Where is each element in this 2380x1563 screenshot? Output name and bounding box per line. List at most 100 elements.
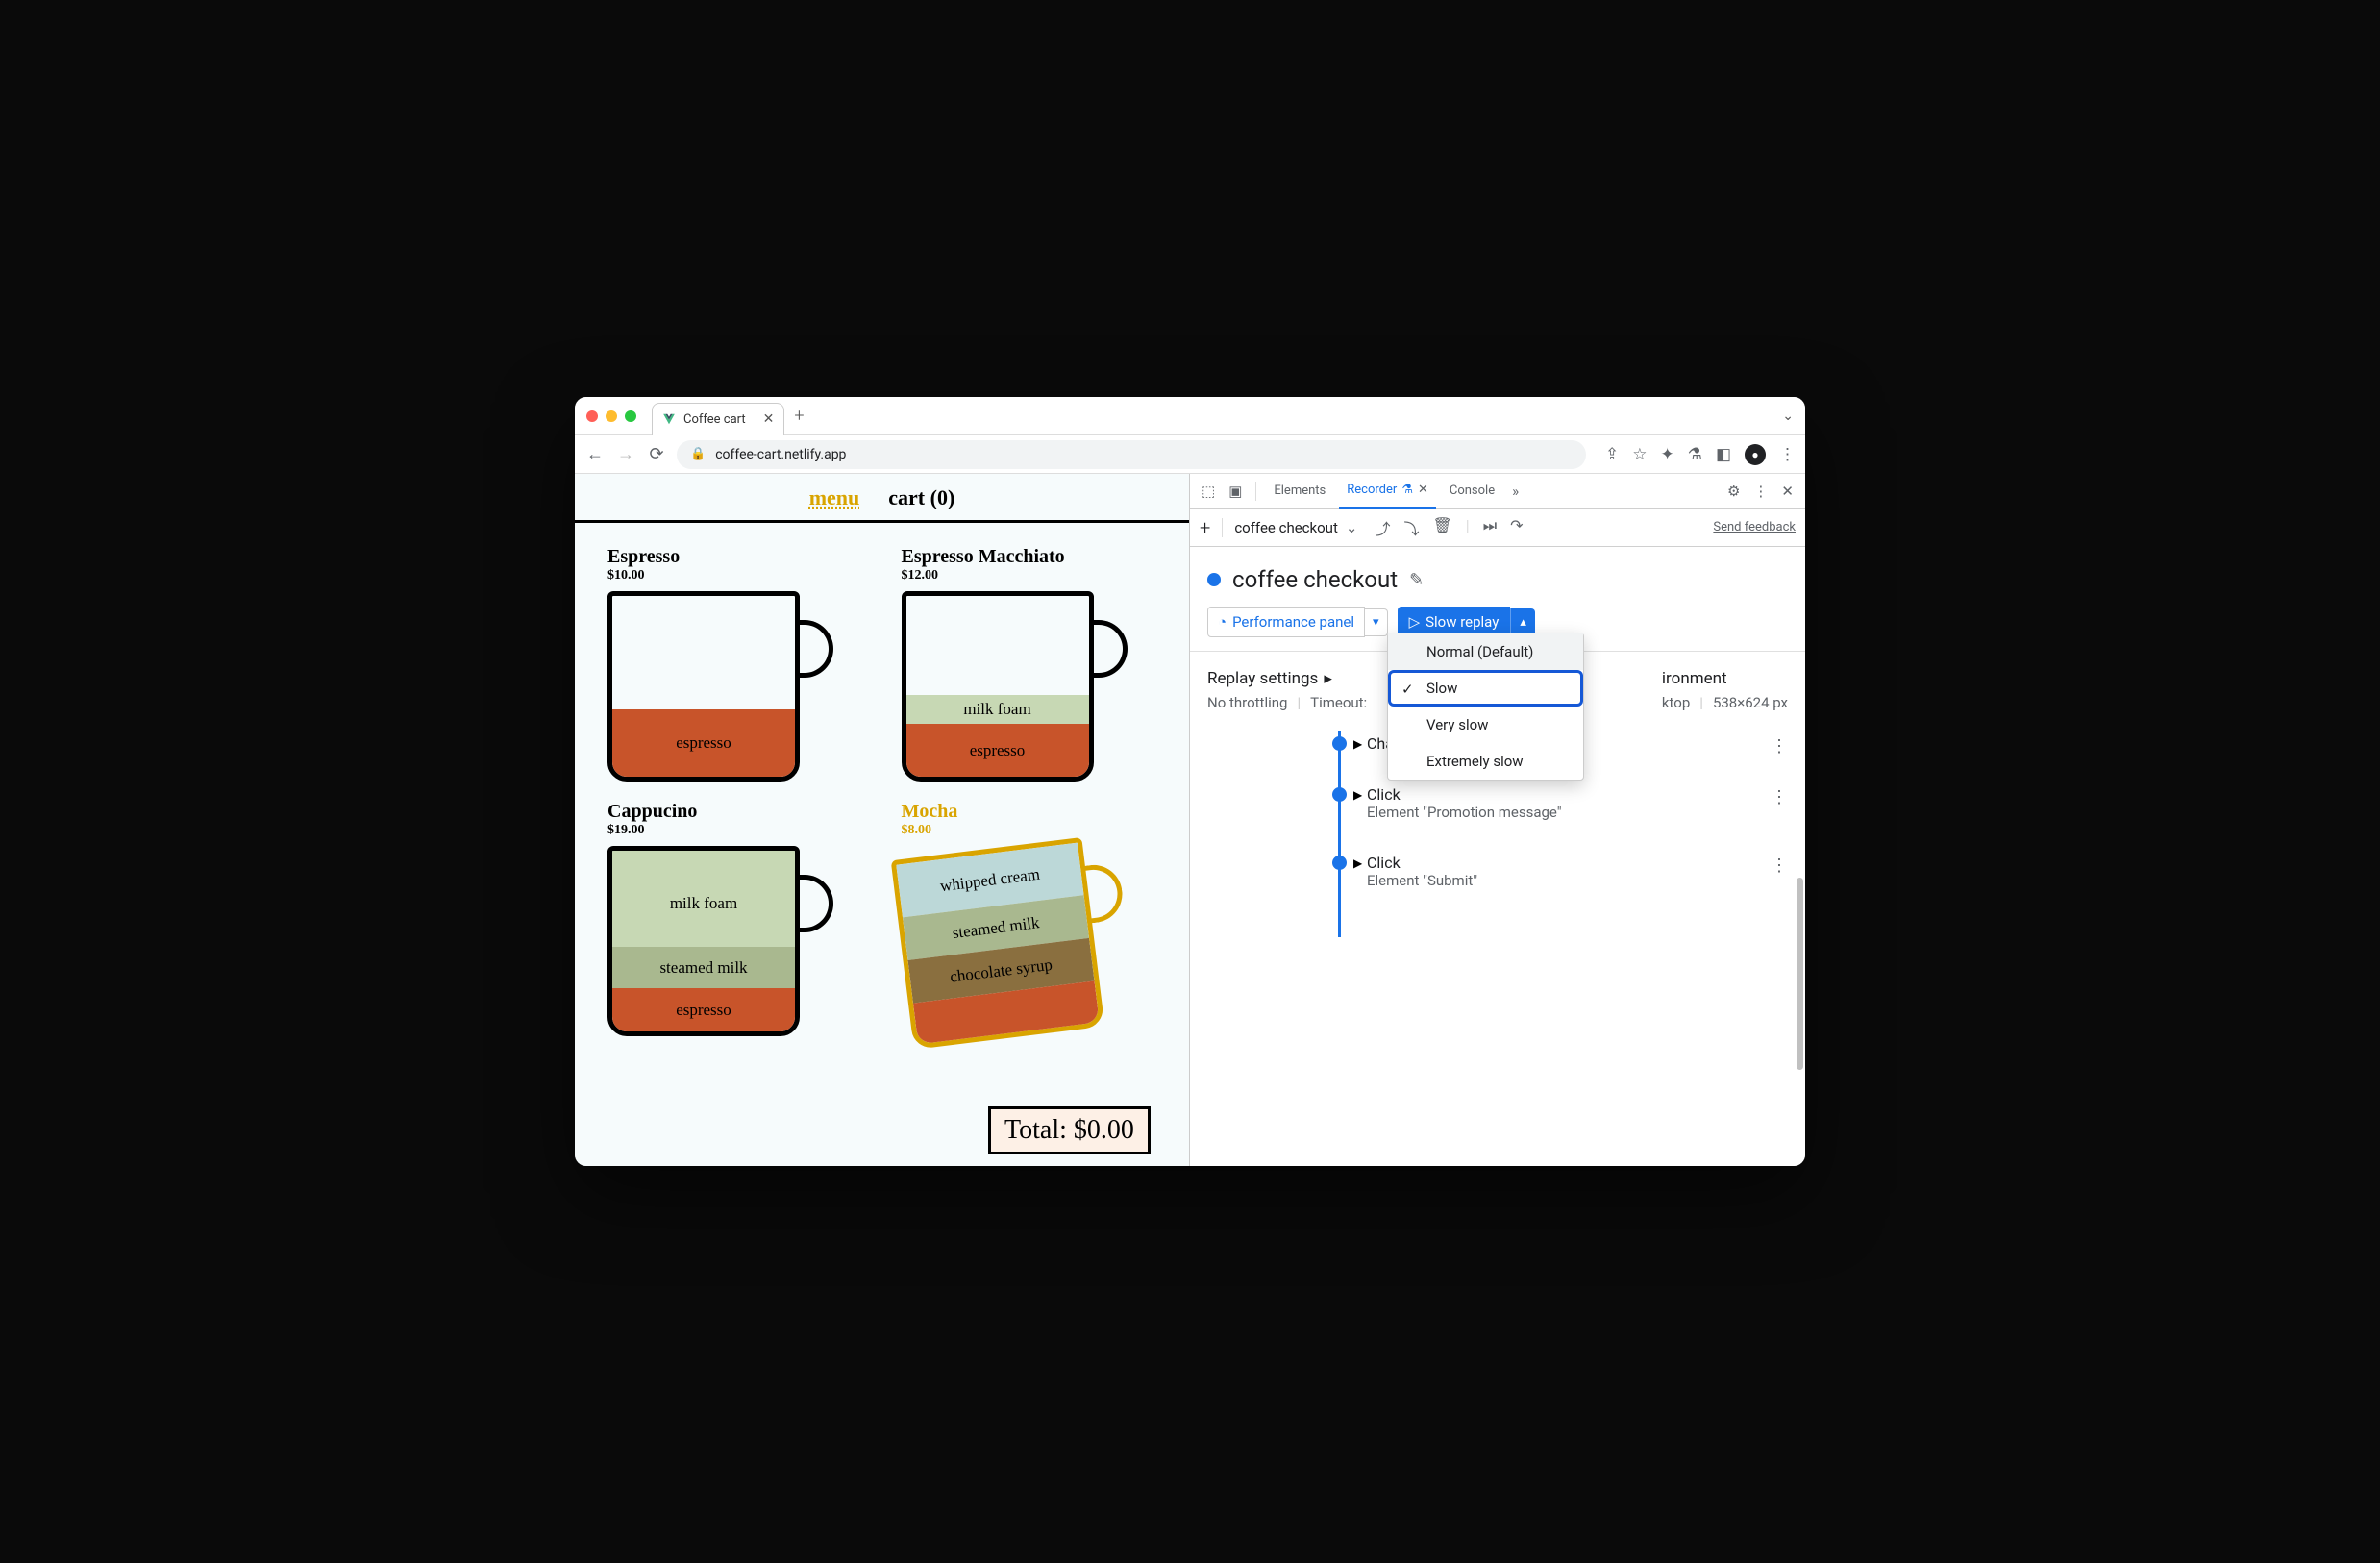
cup-graphic: milk foam steamed milk espresso bbox=[607, 846, 838, 1038]
extensions-icon[interactable]: ✦ bbox=[1660, 445, 1673, 464]
product-name: Cappucino bbox=[607, 801, 863, 823]
browser-window: Coffee cart ✕ + ⌄ ← → ⟳ 🔒 coffee-cart.ne… bbox=[575, 397, 1805, 1166]
cup-body: milk foam steamed milk espresso bbox=[607, 846, 800, 1036]
step-menu-icon[interactable]: ⋮ bbox=[1771, 856, 1788, 876]
new-tab-button[interactable]: + bbox=[794, 406, 804, 426]
dropdown-item-slow[interactable]: ✓ Slow bbox=[1388, 670, 1583, 707]
product-name: Espresso Macchiato bbox=[902, 546, 1157, 568]
step-menu-icon[interactable]: ⋮ bbox=[1771, 736, 1788, 757]
step-dot-icon bbox=[1332, 787, 1347, 802]
replay-speed-dropdown: Normal (Default) ✓ Slow Very slow Extrem… bbox=[1387, 633, 1584, 781]
import-icon[interactable]: ⤵ bbox=[1403, 516, 1419, 539]
gear-icon[interactable]: ⚙ bbox=[1723, 483, 1744, 500]
close-window[interactable] bbox=[586, 410, 598, 422]
inspect-icon[interactable]: ⬚ bbox=[1198, 483, 1219, 500]
env-dimensions: 538×624 px bbox=[1713, 694, 1788, 711]
devtools-tabbar: ⬚ ▣ Elements Recorder ⚗ ✕ Console » ⚙ ⋮ … bbox=[1190, 474, 1805, 509]
export-icon[interactable]: ⤴ bbox=[1375, 516, 1390, 539]
nav-menu-link[interactable]: menu bbox=[809, 485, 860, 510]
tab-console[interactable]: Console bbox=[1442, 474, 1502, 509]
menu-icon[interactable]: ⋮ bbox=[1779, 445, 1796, 464]
close-tab-icon[interactable]: ✕ bbox=[763, 411, 775, 427]
bookmark-icon[interactable]: ☆ bbox=[1632, 445, 1647, 464]
maximize-window[interactable] bbox=[625, 410, 636, 422]
send-feedback-link[interactable]: Send feedback bbox=[1713, 520, 1796, 534]
close-devtools-icon[interactable]: ✕ bbox=[1777, 483, 1797, 500]
chevron-right-icon: ▶ bbox=[1353, 737, 1362, 751]
share-icon[interactable]: ⇪ bbox=[1605, 445, 1619, 464]
step-over-icon[interactable]: ⏭ bbox=[1483, 516, 1497, 539]
minimize-window[interactable] bbox=[606, 410, 617, 422]
step-title: Click bbox=[1367, 785, 1805, 804]
cup-body: milk foam espresso bbox=[902, 591, 1094, 782]
gauge-icon: ◔ bbox=[1218, 613, 1227, 631]
tab-elements[interactable]: Elements bbox=[1266, 474, 1333, 509]
recording-title-row: coffee checkout ✎ bbox=[1207, 566, 1788, 593]
toolbar-right: ⇪ ☆ ✦ ⚗ ◧ ● ⋮ bbox=[1605, 444, 1796, 465]
chevron-right-icon: ▸ bbox=[1324, 669, 1332, 688]
more-tabs-icon[interactable]: » bbox=[1508, 483, 1523, 500]
product-name: Espresso bbox=[607, 546, 863, 568]
browser-tab[interactable]: Coffee cart ✕ bbox=[652, 403, 784, 435]
profile-avatar[interactable]: ● bbox=[1745, 444, 1766, 465]
labs-icon[interactable]: ⚗ bbox=[1688, 445, 1702, 464]
address-bar[interactable]: 🔒 coffee-cart.netlify.app bbox=[677, 440, 1586, 469]
forward-button[interactable]: → bbox=[615, 444, 636, 464]
cup-handle bbox=[795, 620, 833, 678]
devtools-panel: ⬚ ▣ Elements Recorder ⚗ ✕ Console » ⚙ ⋮ … bbox=[1190, 474, 1805, 1166]
page-viewport: menu cart (0) Espresso $10.00 espresso bbox=[575, 474, 1190, 1166]
product-cappucino[interactable]: Cappucino $19.00 milk foam steamed milk … bbox=[607, 801, 863, 1038]
step-item[interactable]: ▶ Click Element "Submit" ⋮ bbox=[1332, 850, 1805, 918]
product-macchiato[interactable]: Espresso Macchiato $12.00 milk foam espr… bbox=[902, 546, 1157, 783]
product-price: $10.00 bbox=[607, 568, 863, 583]
step-title: Click bbox=[1367, 854, 1805, 872]
product-espresso[interactable]: Espresso $10.00 espresso bbox=[607, 546, 863, 783]
performance-dropdown[interactable]: ▾ bbox=[1365, 608, 1388, 636]
recorder-actions: ⤴ ⤵ 🗑 | ⏭ ↷ bbox=[1375, 516, 1523, 539]
device-toggle-icon[interactable]: ▣ bbox=[1225, 483, 1246, 500]
product-mocha[interactable]: Mocha $8.00 whipped cream steamed milk c… bbox=[902, 801, 1157, 1038]
tab-title: Coffee cart bbox=[683, 412, 746, 427]
total-badge[interactable]: Total: $0.00 bbox=[988, 1106, 1151, 1154]
close-icon[interactable]: ✕ bbox=[1418, 483, 1428, 497]
browser-toolbar: ← → ⟳ 🔒 coffee-cart.netlify.app ⇪ ☆ ✦ ⚗ … bbox=[575, 435, 1805, 474]
tabs-dropdown-icon[interactable]: ⌄ bbox=[1782, 409, 1794, 424]
step-item[interactable]: ▶ Click Element "Promotion message" ⋮ bbox=[1332, 782, 1805, 850]
cup-graphic: whipped cream steamed milk chocolate syr… bbox=[890, 832, 1143, 1052]
throttling-value: No throttling bbox=[1207, 694, 1287, 711]
lock-icon: 🔒 bbox=[690, 447, 706, 461]
cup-handle bbox=[1089, 620, 1128, 678]
separator bbox=[1255, 482, 1256, 501]
kebab-icon[interactable]: ⋮ bbox=[1749, 483, 1772, 500]
cup-body: espresso bbox=[607, 591, 800, 782]
flask-icon: ⚗ bbox=[1401, 483, 1413, 497]
step-subtitle: Element "Submit" bbox=[1367, 872, 1805, 889]
panel-icon[interactable]: ◧ bbox=[1716, 445, 1731, 464]
dropdown-item-extremely-slow[interactable]: Extremely slow bbox=[1388, 743, 1583, 780]
new-recording-icon[interactable]: + bbox=[1200, 516, 1210, 539]
layer-foam: milk foam bbox=[906, 695, 1089, 724]
tab-recorder[interactable]: Recorder ⚗ ✕ bbox=[1339, 474, 1436, 509]
recording-selector[interactable]: coffee checkout ⌄ bbox=[1234, 519, 1357, 536]
cup-body: whipped cream steamed milk chocolate syr… bbox=[890, 837, 1104, 1050]
timeout-label: Timeout: bbox=[1310, 694, 1367, 711]
performance-panel-button[interactable]: ◔ Performance panel bbox=[1207, 607, 1365, 637]
play-icon: ▷ bbox=[1409, 613, 1421, 631]
step-icon[interactable]: ↷ bbox=[1510, 516, 1523, 539]
dropdown-item-very-slow[interactable]: Very slow bbox=[1388, 707, 1583, 743]
env-device: ktop bbox=[1662, 694, 1690, 711]
scrollbar[interactable] bbox=[1797, 878, 1803, 1070]
reload-button[interactable]: ⟳ bbox=[646, 444, 667, 464]
back-button[interactable]: ← bbox=[584, 444, 606, 464]
chevron-right-icon: ▶ bbox=[1353, 788, 1362, 802]
recorder-toolbar: + coffee checkout ⌄ ⤴ ⤵ 🗑 | ⏭ ↷ Send fee… bbox=[1190, 509, 1805, 547]
record-indicator-icon bbox=[1207, 573, 1221, 586]
delete-icon[interactable]: 🗑 bbox=[1432, 516, 1451, 539]
nav-cart-link[interactable]: cart (0) bbox=[888, 485, 954, 510]
dropdown-item-normal[interactable]: Normal (Default) bbox=[1388, 633, 1583, 670]
edit-icon[interactable]: ✎ bbox=[1409, 570, 1424, 590]
product-price: $19.00 bbox=[607, 823, 863, 838]
step-menu-icon[interactable]: ⋮ bbox=[1771, 787, 1788, 807]
layer-steamed: steamed milk bbox=[612, 947, 795, 988]
cup-handle bbox=[795, 875, 833, 932]
